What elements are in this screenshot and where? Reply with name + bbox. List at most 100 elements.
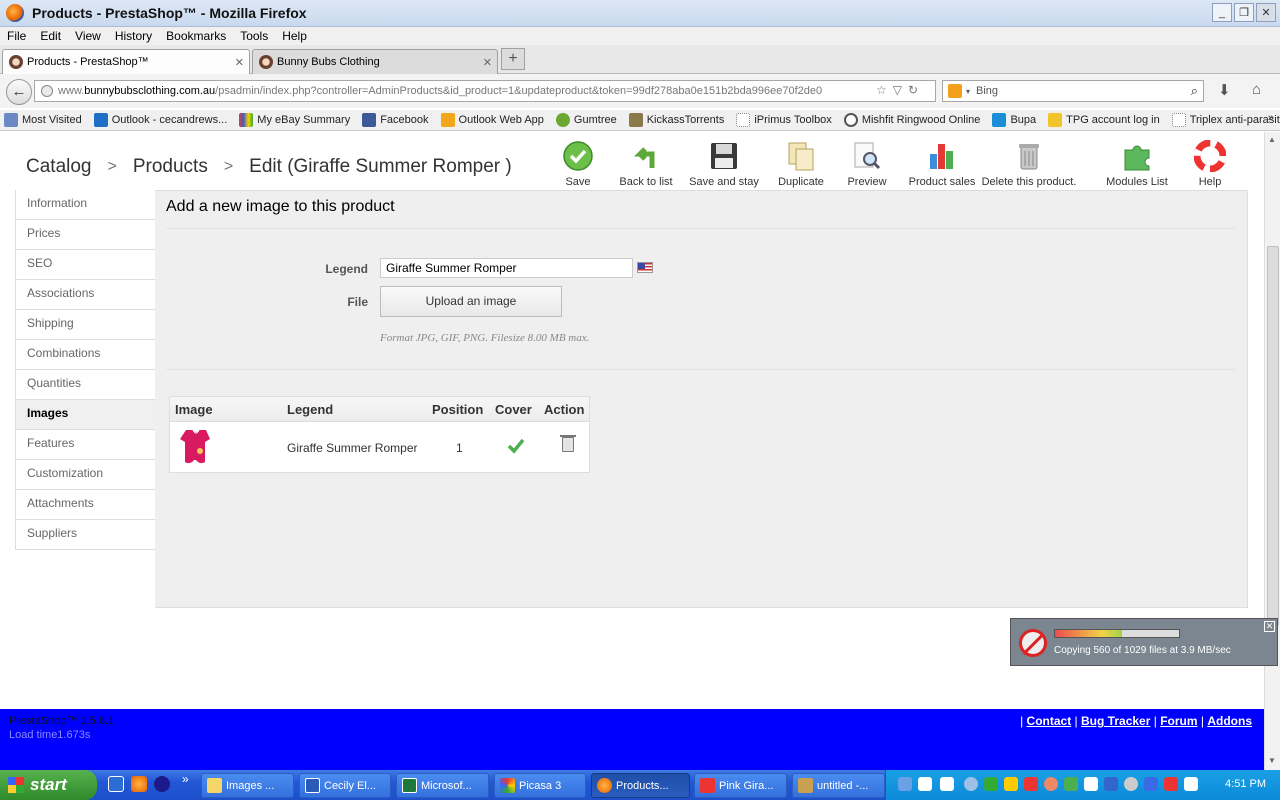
- modules-list-button[interactable]: Modules List: [1102, 140, 1172, 188]
- tab-bunny-bubs[interactable]: Bunny Bubs Clothing ✕: [252, 49, 498, 74]
- load-time-text: Load time1.673s: [9, 729, 91, 741]
- taskbar-item-excel[interactable]: Microsof...: [396, 773, 489, 798]
- reload-icon[interactable]: ↻: [908, 83, 924, 97]
- dropdown-arrow-icon[interactable]: ▽: [893, 83, 908, 97]
- start-button[interactable]: start: [0, 770, 97, 800]
- taskbar-item-picasa[interactable]: Picasa 3: [494, 773, 586, 798]
- breadcrumb-catalog[interactable]: Catalog: [26, 156, 92, 178]
- bookmark-outlook-web-app[interactable]: Outlook Web App: [437, 113, 544, 127]
- sidebar-item-prices[interactable]: Prices: [15, 220, 155, 250]
- sidebar-item-images[interactable]: Images: [15, 400, 155, 430]
- taskbar-item-images[interactable]: Images ...: [201, 773, 294, 798]
- language-flag-icon[interactable]: [637, 262, 653, 273]
- delete-product-button[interactable]: Delete this product.: [966, 140, 1092, 188]
- sidebar-item-features[interactable]: Features: [15, 430, 155, 460]
- bookmark-kickasstorrents[interactable]: KickassTorrents: [625, 113, 724, 127]
- toast-close-icon[interactable]: ✕: [1264, 621, 1275, 632]
- help-button[interactable]: Help: [1190, 140, 1230, 188]
- legend-input[interactable]: [380, 258, 633, 278]
- bookmark-star-icon[interactable]: ☆: [876, 83, 893, 97]
- forum-link[interactable]: Forum: [1160, 714, 1197, 728]
- quicklaunch-overflow-icon[interactable]: »: [182, 772, 189, 786]
- url-bar[interactable]: www. bunnybubsclothing.com.au /psadmin/i…: [34, 80, 936, 102]
- preview-magnifier-icon: [854, 142, 881, 170]
- duplicate-button[interactable]: Duplicate: [774, 140, 828, 188]
- bookmark-mishfit[interactable]: Mishfit Ringwood Online: [840, 113, 980, 127]
- bing-icon[interactable]: [948, 84, 962, 98]
- maximize-button[interactable]: ❐: [1234, 3, 1254, 22]
- menu-view[interactable]: View: [68, 29, 108, 43]
- menu-bookmarks[interactable]: Bookmarks: [159, 29, 233, 43]
- sidebar-item-shipping[interactable]: Shipping: [15, 310, 155, 340]
- firefox-icon: [597, 778, 612, 793]
- close-button[interactable]: ✕: [1256, 3, 1276, 22]
- menu-file[interactable]: File: [0, 29, 33, 43]
- copy-progress-toast[interactable]: Copying 560 of 1029 files at 3.9 MB/sec …: [1010, 618, 1278, 666]
- back-to-list-button[interactable]: Back to list: [615, 140, 677, 188]
- back-button[interactable]: ←: [6, 79, 32, 105]
- taskbar-item-cecily[interactable]: Cecily El...: [299, 773, 391, 798]
- images-table: Image Legend Position Cover Action Giraf…: [169, 396, 590, 473]
- firefox-quicklaunch-icon[interactable]: [131, 776, 147, 792]
- tray-help-icon: [940, 777, 954, 791]
- show-desktop-icon[interactable]: [108, 776, 124, 792]
- bookmark-triplex[interactable]: Triplex anti-parasite ti...: [1168, 113, 1280, 127]
- scrollbar-thumb[interactable]: [1267, 246, 1279, 626]
- preview-button[interactable]: Preview: [843, 140, 891, 188]
- bookmarks-overflow-icon[interactable]: »: [1268, 112, 1274, 124]
- engine-dropdown-icon[interactable]: ▾: [966, 87, 970, 96]
- product-thumbnail[interactable]: [179, 427, 213, 467]
- bookmark-most-visited[interactable]: Most Visited: [0, 113, 82, 127]
- search-icon[interactable]: ⌕: [1191, 83, 1198, 99]
- sidebar-item-associations[interactable]: Associations: [15, 280, 155, 310]
- bookmark-iprimus[interactable]: iPrimus Toolbox: [732, 113, 832, 127]
- tray-antivirus-icon: [1024, 777, 1038, 791]
- scroll-down-icon[interactable]: ▼: [1268, 756, 1276, 765]
- tab-products[interactable]: Products - PrestaShop™ ✕: [2, 49, 250, 74]
- search-bar[interactable]: ▾ Bing ⌕: [942, 80, 1204, 102]
- tray-network-icon: [984, 777, 998, 791]
- save-button[interactable]: Save: [556, 140, 600, 188]
- bookmark-outlook[interactable]: Outlook - cecandrews...: [90, 113, 227, 127]
- bookmark-bupa[interactable]: Bupa: [988, 113, 1036, 127]
- addons-link[interactable]: Addons: [1207, 714, 1252, 728]
- sidebar-item-attachments[interactable]: Attachments: [15, 490, 155, 520]
- sidebar-item-quantities[interactable]: Quantities: [15, 370, 155, 400]
- upload-image-button[interactable]: Upload an image: [380, 286, 562, 317]
- file-label: File: [347, 295, 368, 309]
- menu-edit[interactable]: Edit: [33, 29, 68, 43]
- taskbar-item-pink-giraffe[interactable]: Pink Gira...: [694, 773, 787, 798]
- bookmark-gumtree[interactable]: Gumtree: [552, 113, 617, 127]
- breadcrumb-products[interactable]: Products: [133, 156, 208, 178]
- menu-history[interactable]: History: [108, 29, 159, 43]
- bookmark-facebook[interactable]: Facebook: [358, 113, 429, 127]
- minimize-button[interactable]: _: [1212, 3, 1232, 22]
- home-icon[interactable]: ⌂: [1252, 81, 1261, 98]
- url-bar-icons: ☆▽↻: [876, 83, 924, 97]
- taskbar-item-products[interactable]: Products...: [591, 773, 690, 798]
- save-and-stay-button[interactable]: Save and stay: [687, 140, 761, 188]
- tray-collapse-icon: [964, 777, 978, 791]
- new-tab-button[interactable]: +: [501, 48, 525, 70]
- contact-link[interactable]: Contact: [1027, 714, 1072, 728]
- vertical-scrollbar[interactable]: ▲ ▼: [1264, 132, 1280, 770]
- delete-image-icon[interactable]: [560, 435, 576, 452]
- sidebar-item-seo[interactable]: SEO: [15, 250, 155, 280]
- menu-tools[interactable]: Tools: [233, 29, 275, 43]
- sidebar-item-customization[interactable]: Customization: [15, 460, 155, 490]
- scroll-up-icon[interactable]: ▲: [1268, 135, 1276, 144]
- taskbar-item-untitled[interactable]: untitled -...: [792, 773, 885, 798]
- bookmark-ebay[interactable]: My eBay Summary: [235, 113, 350, 127]
- bookmark-tpg[interactable]: TPG account log in: [1044, 113, 1160, 127]
- menu-help[interactable]: Help: [275, 29, 314, 43]
- sidebar-item-suppliers[interactable]: Suppliers: [15, 520, 155, 550]
- sidebar-item-information[interactable]: Information: [15, 190, 155, 220]
- bug-tracker-link[interactable]: Bug Tracker: [1081, 714, 1150, 728]
- tab-close-icon[interactable]: ✕: [483, 56, 492, 69]
- tab-close-icon[interactable]: ✕: [235, 56, 244, 69]
- media-player-icon[interactable]: [154, 776, 170, 792]
- cover-check-icon[interactable]: [507, 436, 525, 454]
- tray-device-icon: [1104, 777, 1118, 791]
- sidebar-item-combinations[interactable]: Combinations: [15, 340, 155, 370]
- download-icon[interactable]: ⬇: [1218, 81, 1231, 99]
